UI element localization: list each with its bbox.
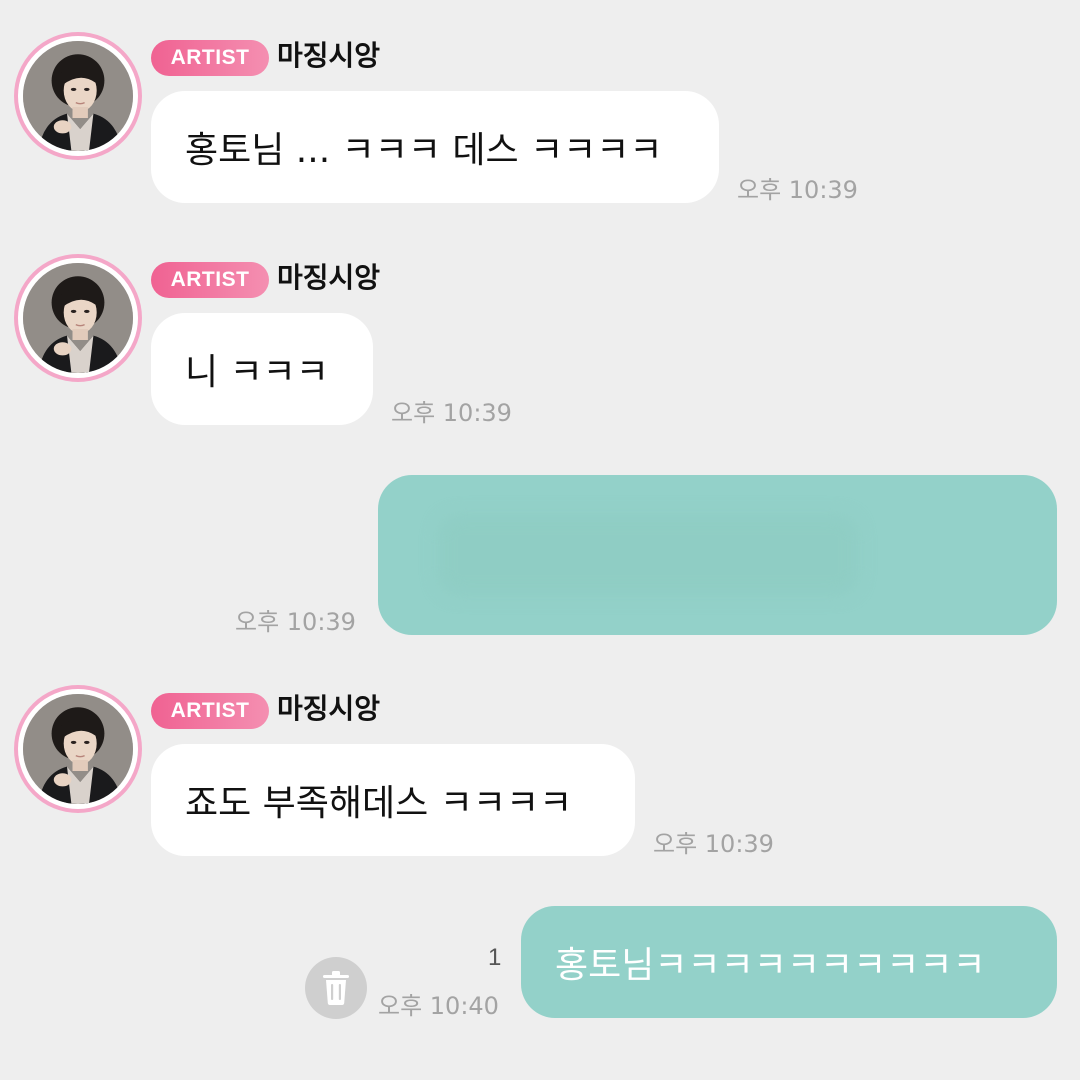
profile-photo [23,263,133,373]
message-time: 오후 10:39 [391,399,512,427]
message-time: 오후 10:39 [737,176,858,204]
message-bubble[interactable]: 니 ㅋㅋㅋ [151,313,373,425]
sender-name: 마징시앙 [277,261,381,294]
message-text: 홍토님 ... ㅋㅋㅋ 데스 ㅋㅋㅋㅋ [185,130,663,171]
delete-button[interactable] [305,957,367,1019]
message-bubble[interactable]: 홍토님 ... ㅋㅋㅋ 데스 ㅋㅋㅋㅋ [151,91,719,203]
message-time: 오후 10:40 [378,992,499,1020]
profile-photo [23,41,133,151]
artist-badge: ARTIST [151,40,269,76]
avatar[interactable] [14,685,142,813]
message-bubble[interactable]: 죠도 부족해데스 ㅋㅋㅋㅋ [151,744,635,856]
message-text: 죠도 부족해데스 ㅋㅋㅋㅋ [185,783,573,824]
trash-icon [323,971,349,1005]
avatar[interactable] [14,32,142,160]
artist-badge: ARTIST [151,262,269,298]
message-bubble[interactable]: 홍토님ㅋㅋㅋㅋㅋㅋㅋㅋㅋㅋ [521,906,1057,1018]
message-bubble[interactable] [378,475,1057,635]
artist-badge: ARTIST [151,693,269,729]
message-time: 오후 10:39 [653,830,774,858]
message-text: 니 ㅋㅋㅋ [185,352,329,393]
unread-count: 1 [488,944,502,971]
avatar[interactable] [14,254,142,382]
sender-name: 마징시앙 [277,39,381,72]
message-time: 오후 10:39 [235,608,356,636]
profile-photo [23,694,133,804]
redacted-content [438,515,858,595]
sender-name: 마징시앙 [277,692,381,725]
message-text: 홍토님ㅋㅋㅋㅋㅋㅋㅋㅋㅋㅋ [555,945,986,986]
